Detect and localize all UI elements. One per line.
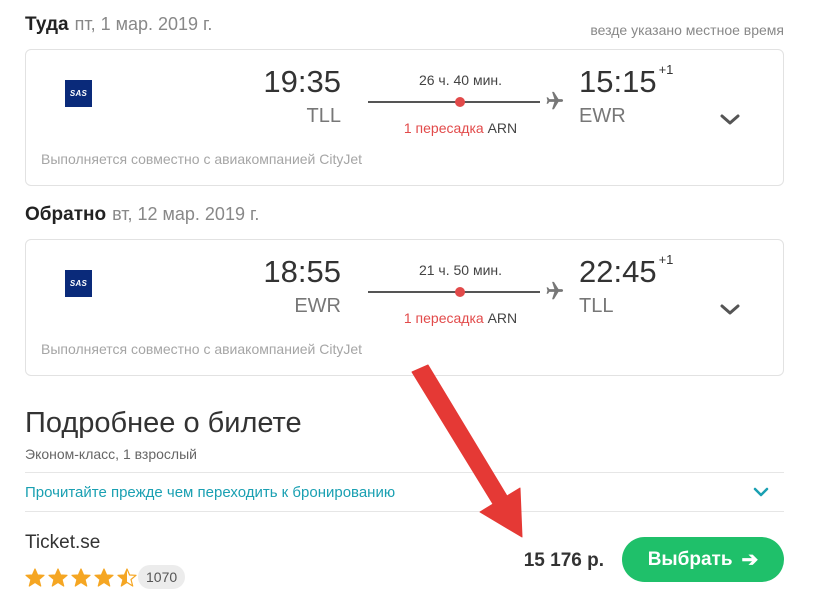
stop-airport: ARN bbox=[487, 310, 518, 326]
chevron-down-icon[interactable] bbox=[718, 302, 742, 318]
agency-rating-stars bbox=[25, 568, 140, 588]
route-line bbox=[368, 291, 540, 293]
sas-logo-icon: SAS bbox=[65, 80, 92, 107]
outbound-flight-card[interactable]: SAS 19:35 TLL 26 ч. 40 мин. 1 пересадка … bbox=[25, 49, 784, 186]
next-day-indicator: +1 bbox=[658, 62, 674, 77]
stopover-dot bbox=[455, 97, 465, 107]
agency-name: Ticket.se bbox=[25, 532, 101, 553]
airline-logo-text: SAS bbox=[69, 279, 88, 288]
ticket-price: 15 176 р. bbox=[523, 550, 604, 571]
return-date: вт, 12 мар. 2019 г. bbox=[112, 204, 260, 224]
flight-duration: 21 ч. 50 мин. bbox=[418, 262, 503, 278]
arrival-time-value: 15:15 bbox=[579, 64, 657, 99]
airline-logo-text: SAS bbox=[69, 89, 88, 98]
local-time-note: везде указано местное время bbox=[590, 22, 784, 38]
select-button-label: Выбрать bbox=[647, 548, 733, 570]
arrival-time: 15:15 +1 bbox=[579, 62, 674, 100]
select-offer-button[interactable]: Выбрать ➔ bbox=[622, 537, 784, 582]
outbound-date: пт, 1 мар. 2019 г. bbox=[74, 14, 213, 34]
arrow-right-icon: ➔ bbox=[741, 549, 759, 571]
star-icon bbox=[71, 568, 91, 587]
next-day-indicator: +1 bbox=[658, 252, 674, 267]
star-icon bbox=[94, 568, 114, 587]
arrival-airport-code: EWR bbox=[579, 105, 626, 127]
star-icon bbox=[25, 568, 45, 587]
read-before-booking-row[interactable]: Прочитайте прежде чем переходить к брони… bbox=[25, 472, 784, 512]
plane-icon bbox=[546, 281, 564, 300]
return-flight-card[interactable]: SAS 18:55 EWR 21 ч. 50 мин. 1 пересадка … bbox=[25, 239, 784, 376]
outbound-header: Туда пт, 1 мар. 2019 г. bbox=[25, 14, 212, 38]
chevron-down-icon[interactable] bbox=[718, 112, 742, 128]
stops-count: 1 пересадка bbox=[403, 120, 484, 136]
stops-info: 1 пересадка ARN bbox=[368, 120, 553, 136]
departure-airport-code: TLL bbox=[306, 105, 341, 127]
chevron-down-icon[interactable] bbox=[752, 485, 770, 499]
stops-info: 1 пересадка ARN bbox=[368, 310, 553, 326]
route-line bbox=[368, 101, 540, 103]
arrival-time-value: 22:45 bbox=[579, 254, 657, 289]
stops-count: 1 пересадка bbox=[403, 310, 484, 326]
flight-duration: 26 ч. 40 мин. bbox=[418, 72, 503, 88]
stopover-dot bbox=[455, 287, 465, 297]
arrival-airport-code: TLL bbox=[579, 295, 614, 317]
plane-icon bbox=[546, 91, 564, 110]
return-direction-label: Обратно bbox=[25, 204, 107, 225]
departure-airport-code: EWR bbox=[294, 295, 341, 317]
operated-by-note: Выполняется совместно с авиакомпанией Ci… bbox=[41, 341, 363, 357]
cabin-class-info: Эконом-класс, 1 взрослый bbox=[25, 446, 197, 462]
reviews-count-badge[interactable]: 1070 bbox=[138, 565, 186, 589]
departure-time: 18:55 bbox=[263, 254, 341, 289]
read-before-booking-link[interactable]: Прочитайте прежде чем переходить к брони… bbox=[25, 484, 395, 501]
ticket-details-title: Подробнее о билете bbox=[25, 407, 302, 439]
return-header: Обратно вт, 12 мар. 2019 г. bbox=[25, 204, 259, 228]
arrival-time: 22:45 +1 bbox=[579, 252, 674, 290]
departure-time: 19:35 bbox=[263, 64, 341, 99]
star-icon bbox=[117, 568, 137, 587]
stop-airport: ARN bbox=[487, 120, 518, 136]
sas-logo-icon: SAS bbox=[65, 270, 92, 297]
operated-by-note: Выполняется совместно с авиакомпанией Ci… bbox=[41, 151, 363, 167]
star-icon bbox=[48, 568, 68, 587]
outbound-direction-label: Туда bbox=[25, 14, 69, 35]
